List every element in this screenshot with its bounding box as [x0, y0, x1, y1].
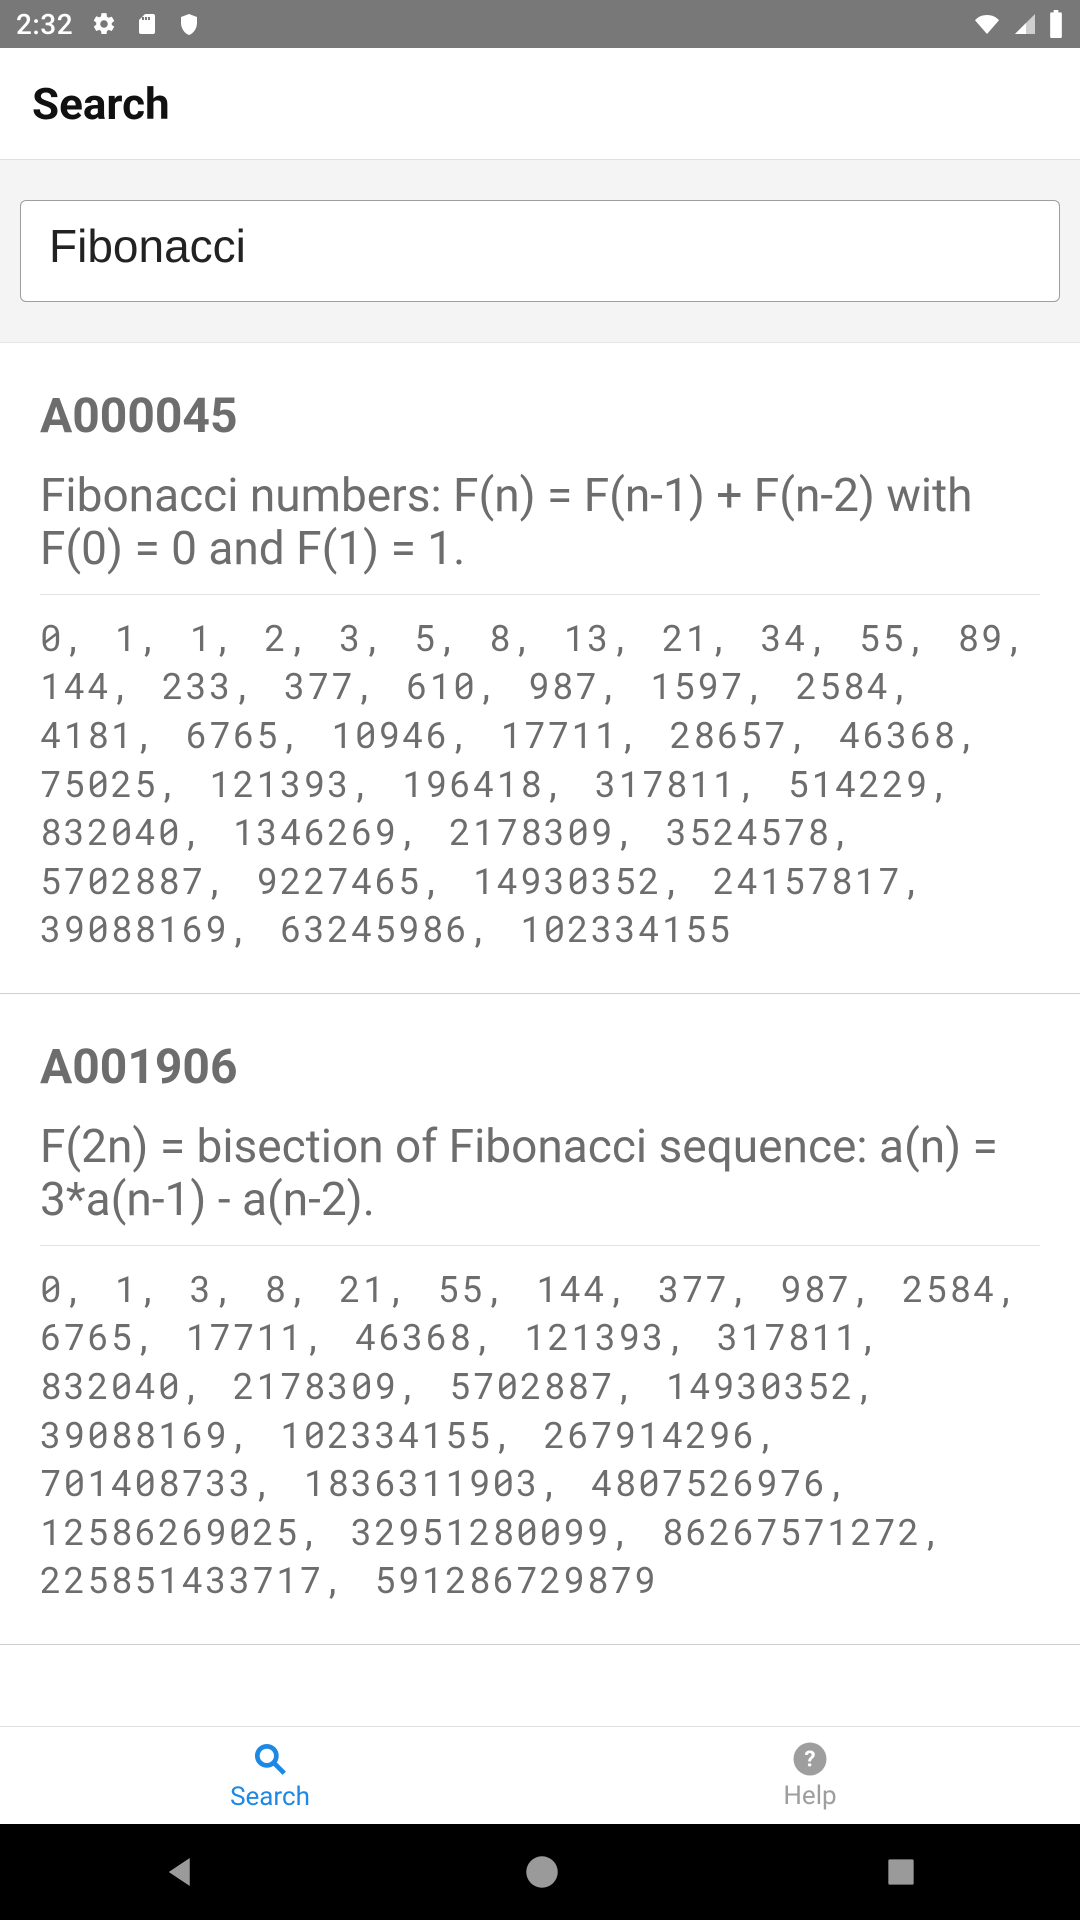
- result-sequence: 0, 1, 3, 8, 21, 55, 144, 377, 987, 2584,…: [40, 1264, 1040, 1604]
- result-description: Fibonacci numbers: F(n) = F(n-1) + F(n-2…: [40, 470, 1040, 576]
- sd-card-icon: [135, 11, 159, 37]
- tab-label: Help: [783, 1781, 836, 1811]
- bottom-tab-bar: Search ? Help: [0, 1726, 1080, 1824]
- android-nav-bar: [0, 1824, 1080, 1920]
- search-input[interactable]: [20, 200, 1060, 302]
- status-right: [972, 10, 1064, 38]
- result-sequence: 0, 1, 1, 2, 3, 5, 8, 13, 21, 34, 55, 89,…: [40, 613, 1040, 953]
- result-description: F(2n) = bisection of Fibonacci sequence:…: [40, 1121, 1040, 1227]
- tab-label: Search: [230, 1782, 310, 1812]
- battery-charging-icon: [1048, 10, 1064, 38]
- result-id: A000045: [40, 387, 1040, 444]
- home-icon[interactable]: [521, 1851, 563, 1893]
- search-icon: [251, 1740, 289, 1778]
- result-item[interactable]: A000045 Fibonacci numbers: F(n) = F(n-1)…: [0, 343, 1080, 994]
- result-item[interactable]: A001906 F(2n) = bisection of Fibonacci s…: [0, 994, 1080, 1645]
- tab-search[interactable]: Search: [0, 1727, 540, 1824]
- cell-icon: [1012, 12, 1038, 36]
- status-time: 2:32: [16, 8, 73, 41]
- tab-help[interactable]: ? Help: [540, 1727, 1080, 1824]
- page-title: Search: [32, 78, 170, 130]
- search-area: [0, 160, 1080, 343]
- app-header: Search: [0, 48, 1080, 160]
- divider: [40, 1245, 1040, 1246]
- shield-icon: [177, 11, 201, 37]
- result-id: A001906: [40, 1038, 1040, 1095]
- recent-icon[interactable]: [882, 1853, 920, 1891]
- status-left: 2:32: [16, 8, 201, 41]
- help-icon: ?: [792, 1741, 828, 1777]
- divider: [40, 594, 1040, 595]
- results-list[interactable]: A000045 Fibonacci numbers: F(n) = F(n-1)…: [0, 343, 1080, 1726]
- gear-icon: [91, 11, 117, 37]
- back-icon[interactable]: [160, 1851, 202, 1893]
- svg-text:?: ?: [804, 1746, 815, 1772]
- android-status-bar: 2:32: [0, 0, 1080, 48]
- wifi-icon: [972, 12, 1002, 36]
